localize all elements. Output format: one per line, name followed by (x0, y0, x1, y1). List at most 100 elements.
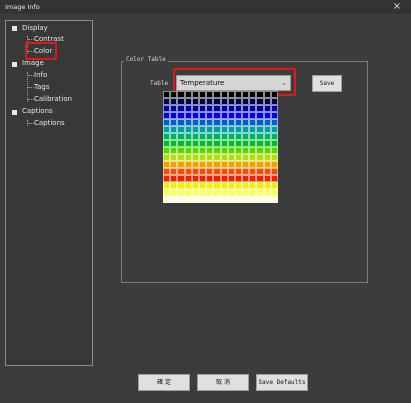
color-swatch (270, 91, 278, 98)
color-swatch (206, 189, 214, 196)
color-swatch (234, 147, 243, 154)
color-swatch (163, 105, 171, 112)
color-swatch (249, 175, 257, 182)
tree-item-display[interactable]: Display (22, 24, 48, 32)
expander-captions-icon[interactable] (12, 110, 17, 115)
color-swatch (263, 161, 271, 168)
color-swatch (191, 105, 199, 112)
color-swatch (184, 175, 192, 182)
color-swatch (177, 140, 185, 147)
color-swatch (234, 154, 243, 161)
color-swatch (270, 154, 278, 161)
color-swatch (170, 126, 178, 133)
save-button[interactable]: Save (312, 75, 342, 92)
color-swatch (177, 161, 185, 168)
color-swatch (249, 112, 257, 119)
color-swatch (256, 133, 264, 140)
color-swatch (234, 91, 243, 98)
color-swatch (270, 161, 278, 168)
color-swatch (263, 196, 271, 203)
color-swatch (163, 91, 171, 98)
color-swatch (227, 168, 235, 175)
color-swatch (184, 126, 192, 133)
color-swatch (213, 147, 221, 154)
color-swatch (256, 189, 264, 196)
color-swatch (170, 189, 178, 196)
cancel-button[interactable]: 取 消 (197, 374, 249, 391)
color-swatch (213, 189, 221, 196)
tree-item-tags[interactable]: Tags (34, 83, 50, 91)
tree-item-image[interactable]: Image (22, 59, 44, 67)
color-table-preview (163, 91, 278, 203)
tree-item-info[interactable]: Info (34, 71, 47, 79)
category-tree: Display Contrast Color Image Info Tags C… (5, 20, 93, 366)
color-swatch (163, 112, 171, 119)
color-swatch (206, 105, 214, 112)
color-swatch (213, 168, 221, 175)
color-swatch (263, 182, 271, 189)
color-swatch (177, 98, 185, 105)
color-swatch (206, 196, 214, 203)
color-swatch (184, 112, 192, 119)
color-swatch (177, 168, 185, 175)
color-swatch (191, 175, 199, 182)
table-label: Table (150, 80, 169, 87)
expander-display-icon[interactable] (12, 26, 17, 31)
color-swatch (170, 112, 178, 119)
color-swatch (191, 196, 199, 203)
color-swatch (227, 98, 235, 105)
color-swatch (206, 91, 214, 98)
color-swatch (163, 196, 171, 203)
color-swatch (220, 175, 228, 182)
color-swatch (170, 98, 178, 105)
color-highlight-box (25, 42, 57, 60)
tree-item-captions-group[interactable]: Captions (22, 107, 53, 115)
color-swatch (213, 196, 221, 203)
color-swatch (263, 105, 271, 112)
color-swatch (227, 182, 235, 189)
color-swatch (177, 196, 185, 203)
color-swatch (234, 119, 243, 126)
close-icon[interactable]: × (391, 1, 403, 13)
color-swatch (227, 119, 235, 126)
color-swatch (163, 175, 171, 182)
color-swatch (256, 175, 264, 182)
color-swatch (184, 154, 192, 161)
expander-image-icon[interactable] (12, 62, 17, 67)
color-swatch (234, 175, 243, 182)
save-defaults-button[interactable]: Save Defaults (256, 374, 308, 391)
color-swatch (249, 189, 257, 196)
color-swatch (249, 154, 257, 161)
color-swatch (234, 196, 243, 203)
color-swatch (198, 133, 207, 140)
color-swatch (234, 112, 243, 119)
color-swatch (227, 133, 235, 140)
color-swatch (163, 98, 171, 105)
color-swatch (249, 91, 257, 98)
color-swatch (170, 182, 178, 189)
tree-item-calibration[interactable]: Calibration (34, 95, 72, 103)
color-swatch (227, 91, 235, 98)
color-swatch (220, 182, 228, 189)
color-swatch (263, 147, 271, 154)
color-swatch (256, 154, 264, 161)
color-swatch (177, 182, 185, 189)
color-swatch (249, 98, 257, 105)
ok-button[interactable]: 確 定 (138, 374, 190, 391)
color-swatch (220, 168, 228, 175)
color-swatch (242, 182, 250, 189)
color-swatch (170, 147, 178, 154)
color-swatch (234, 98, 243, 105)
color-swatch (191, 119, 199, 126)
color-swatch (170, 196, 178, 203)
color-swatch (191, 112, 199, 119)
color-swatch (184, 168, 192, 175)
color-swatch (263, 98, 271, 105)
color-swatch (242, 175, 250, 182)
color-swatch (263, 119, 271, 126)
color-swatch (191, 189, 199, 196)
color-swatch (170, 105, 178, 112)
color-swatch (191, 140, 199, 147)
tree-item-captions[interactable]: Captions (34, 119, 65, 127)
color-swatch (270, 133, 278, 140)
